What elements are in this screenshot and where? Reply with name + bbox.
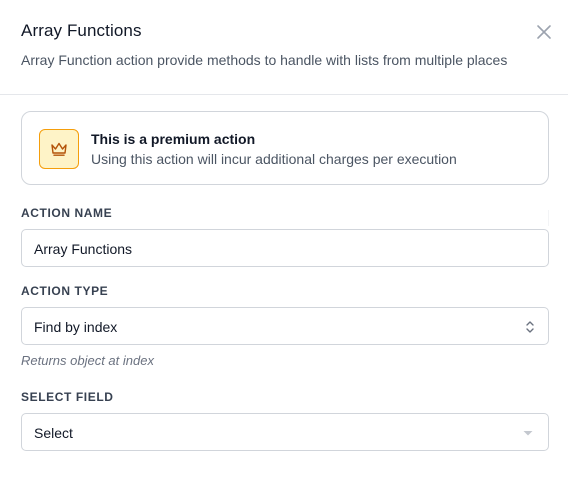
premium-title: This is a premium action [91, 131, 256, 147]
divider [548, 210, 549, 226]
close-button[interactable] [534, 22, 554, 42]
dialog-title: Array Functions [21, 21, 142, 40]
select-field-placeholder: Select [34, 425, 73, 441]
crown-icon [51, 142, 67, 156]
select-field-label: SELECT FIELD [21, 390, 114, 404]
dialog-header: Array Functions Array Function action pr… [0, 0, 568, 95]
select-field-dropdown[interactable]: Select [21, 413, 549, 451]
dialog-subtitle: Array Function action provide methods to… [21, 52, 508, 68]
action-type-hint: Returns object at index [21, 353, 154, 368]
close-icon [537, 25, 551, 39]
action-name-value: Array Functions [34, 241, 133, 257]
premium-badge [39, 129, 79, 169]
action-name-label: ACTION NAME [21, 206, 113, 220]
action-type-select[interactable]: Find by index [21, 307, 549, 345]
chevron-up-down-icon [526, 321, 534, 333]
premium-notice: This is a premium action Using this acti… [21, 111, 549, 185]
premium-description: Using this action will incur additional … [91, 151, 457, 167]
action-type-value: Find by index [34, 319, 118, 335]
action-type-label: ACTION TYPE [21, 284, 109, 298]
caret-down-icon [523, 431, 533, 436]
action-name-input[interactable]: Array Functions [21, 229, 549, 267]
